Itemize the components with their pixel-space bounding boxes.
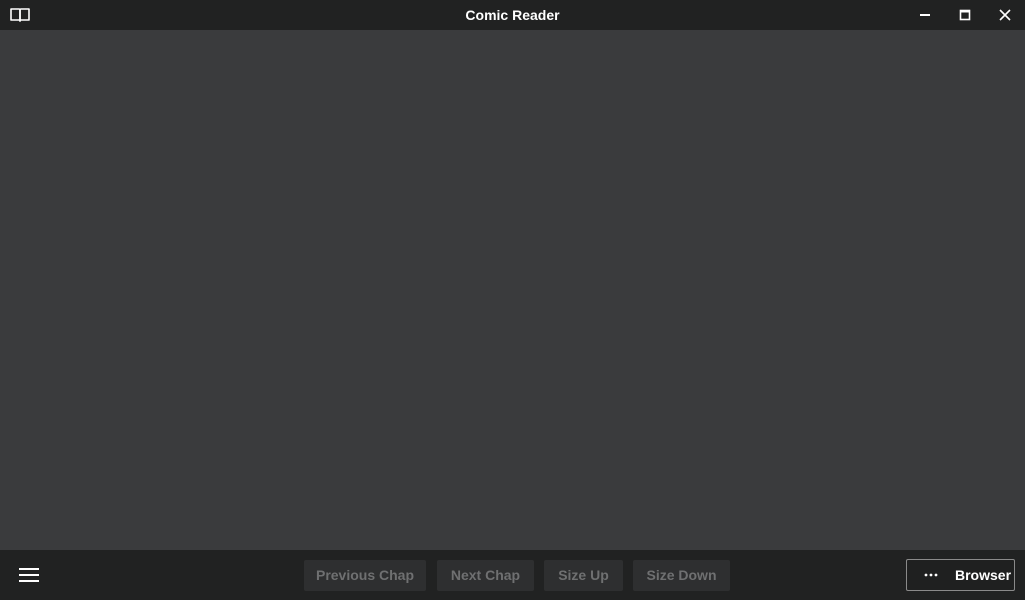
close-button[interactable]: [985, 0, 1025, 30]
maximize-button[interactable]: [945, 0, 985, 30]
hamburger-menu-icon: [19, 568, 39, 582]
browser-button[interactable]: Browser: [906, 559, 1015, 591]
size-down-button[interactable]: Size Down: [633, 560, 730, 591]
app-window: Comic Reader Previous Chap Next Chap Siz…: [0, 0, 1025, 600]
next-chapter-button[interactable]: Next Chap: [437, 560, 534, 591]
minimize-icon: [920, 14, 930, 16]
close-icon: [999, 9, 1011, 21]
more-dots-icon: [924, 573, 938, 577]
title-bar[interactable]: Comic Reader: [0, 0, 1025, 30]
window-title: Comic Reader: [465, 7, 560, 23]
comic-viewer-area[interactable]: [0, 30, 1025, 550]
previous-chapter-button[interactable]: Previous Chap: [304, 560, 426, 591]
minimize-button[interactable]: [905, 0, 945, 30]
size-up-button[interactable]: Size Up: [544, 560, 623, 591]
maximize-icon: [959, 9, 971, 21]
menu-button[interactable]: [14, 563, 44, 587]
bottom-toolbar: Previous Chap Next Chap Size Up Size Dow…: [0, 550, 1025, 600]
browser-button-label: Browser: [955, 567, 1012, 583]
